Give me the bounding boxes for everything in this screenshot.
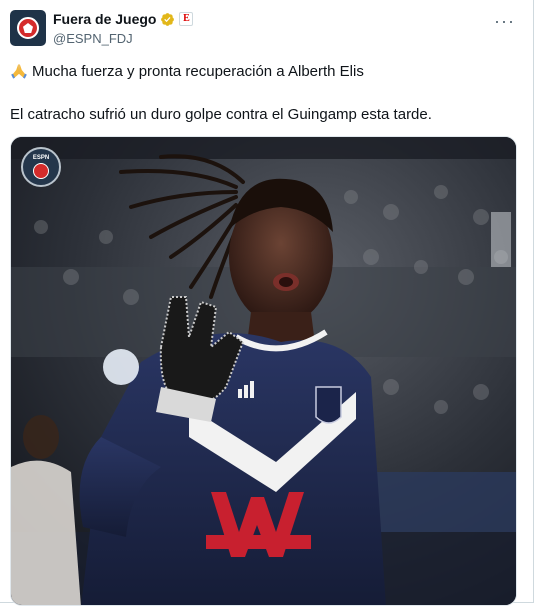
author-row: Fuera de Juego E (53, 11, 194, 27)
more-options-icon[interactable]: ··· (494, 12, 515, 30)
ligue1-sleeve-patch (103, 349, 139, 385)
tweet-photo[interactable]: ESPN (10, 136, 517, 606)
background-player-head (23, 415, 59, 459)
stadium-roof (11, 137, 516, 159)
espn-watermark: ESPN (21, 147, 61, 187)
club-crest (315, 386, 342, 424)
folded-hands-emoji-icon (11, 64, 27, 79)
player-photo-illustration (11, 137, 516, 605)
winamax-banner (206, 535, 311, 549)
stadium-floodlight (491, 212, 511, 267)
espn-fdj-logo-icon (17, 17, 39, 39)
tweet-text-line-2: El catracho sufrió un duro golpe contra … (10, 106, 432, 123)
espn-watermark-icon (33, 163, 49, 179)
tweet-line-1-text: Mucha fuerza y pronta recuperación a Alb… (32, 63, 364, 80)
player-mouth-inner (279, 277, 293, 287)
avatar[interactable] (10, 10, 46, 46)
espn-watermark-text: ESPN (32, 155, 50, 161)
display-name[interactable]: Fuera de Juego (53, 11, 156, 27)
background-player-body (11, 460, 81, 605)
verified-badge-icon (161, 12, 175, 26)
espn-affiliate-badge[interactable]: E (179, 12, 194, 26)
tweet-card: Fuera de Juego E @ESPN_FDJ ··· Mucha fue… (0, 0, 534, 606)
tweet-text-line-1: Mucha fuerza y pronta recuperación a Alb… (10, 63, 364, 80)
account-handle[interactable]: @ESPN_FDJ (53, 31, 133, 46)
